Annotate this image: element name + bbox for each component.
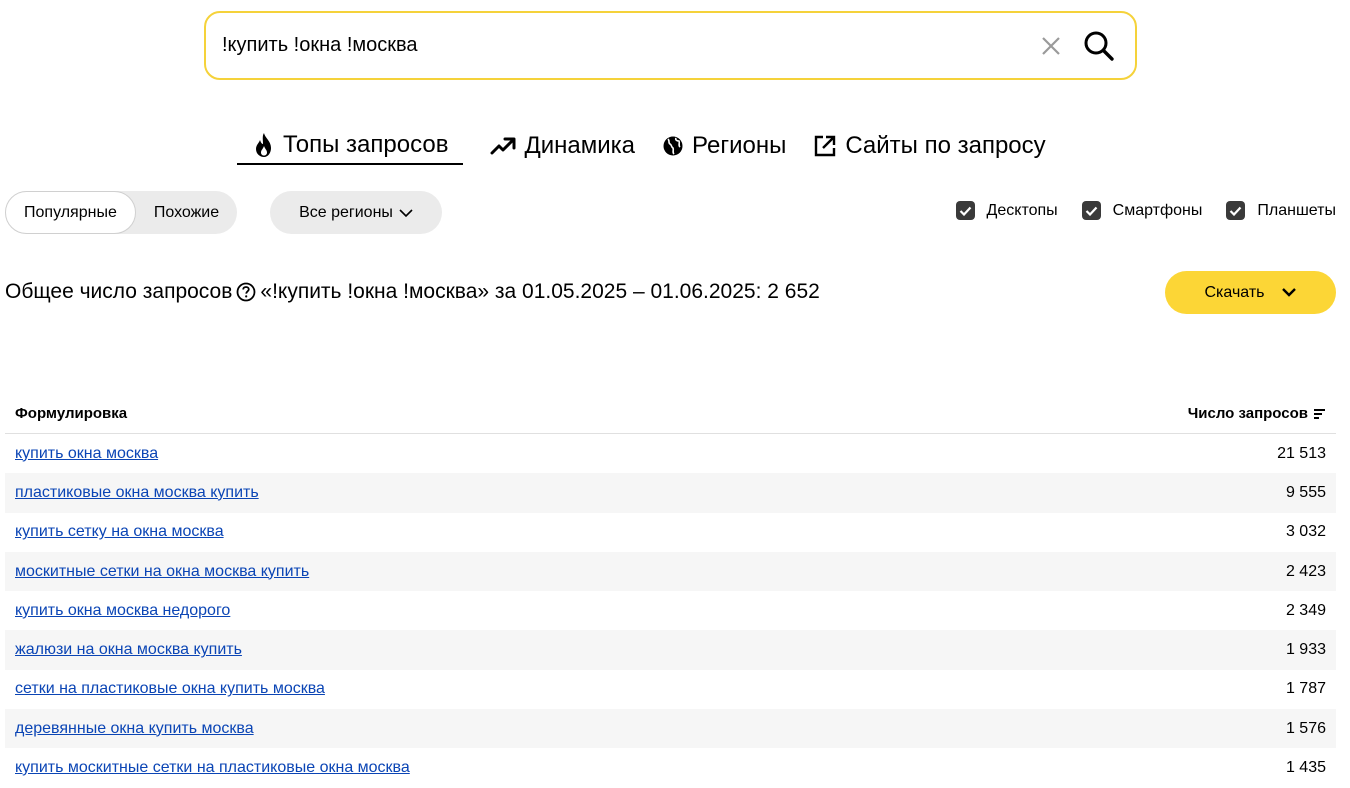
query-count: 1 435 xyxy=(1285,759,1326,777)
chevron-down-icon xyxy=(1281,287,1297,298)
search-icon[interactable] xyxy=(1079,26,1119,66)
mode-popular-button[interactable]: Популярные xyxy=(5,191,136,234)
search-box[interactable] xyxy=(204,11,1137,80)
query-link[interactable]: деревянные окна купить москва xyxy=(15,720,254,738)
device-smartphone-checkbox[interactable]: Смартфоны xyxy=(1081,201,1203,220)
fire-icon xyxy=(253,132,275,158)
total-queries-summary: Общее число запросов «!купить !окна !мос… xyxy=(5,280,820,304)
mode-switch: Популярные Похожие xyxy=(5,191,238,234)
query-link[interactable]: пластиковые окна москва купить xyxy=(15,484,259,502)
table-row: жалюзи на окна москва купить 1 933 xyxy=(5,630,1336,670)
tabs: Топы запросов Динамика Регионы Сайты по … xyxy=(237,126,1073,166)
query-link[interactable]: сетки на пластиковые окна купить москва xyxy=(15,680,325,698)
query-link[interactable]: купить окна москва xyxy=(15,445,158,463)
tab-label: Регионы xyxy=(692,132,787,159)
table-body: купить окна москва 21 513 пластиковые окн… xyxy=(5,434,1336,788)
globe-icon xyxy=(662,135,684,157)
queries-table: Формулировка Число запросов купить окна … xyxy=(5,394,1336,788)
query-count: 3 032 xyxy=(1285,523,1326,541)
query-link[interactable]: купить окна москва недорого xyxy=(15,602,230,620)
table-row: деревянные окна купить москва 1 576 xyxy=(5,709,1336,749)
query-count: 21 513 xyxy=(1277,444,1326,462)
column-header-count[interactable]: Число запросов xyxy=(1188,405,1326,422)
download-button[interactable]: Скачать xyxy=(1165,271,1336,314)
checkbox-checked-icon[interactable] xyxy=(955,201,975,220)
tab-label: Динамика xyxy=(524,132,636,159)
mode-similar-button[interactable]: Похожие xyxy=(136,191,237,234)
tab-label: Топы запросов xyxy=(283,131,449,158)
device-label: Планшеты xyxy=(1257,201,1336,219)
query-count: 1 787 xyxy=(1285,680,1326,698)
table-row: сетки на пластиковые окна купить москва 1… xyxy=(5,670,1336,709)
help-icon[interactable] xyxy=(236,282,256,302)
table-row: купить окна москва недорого 2 349 xyxy=(5,591,1336,630)
summary-text: «!купить !окна !москва» за 01.05.2025 – … xyxy=(260,280,820,303)
query-count: 2 423 xyxy=(1285,562,1326,580)
tab-label: Сайты по запросу xyxy=(845,132,1046,159)
device-tablet-checkbox[interactable]: Планшеты xyxy=(1226,201,1336,220)
table-header: Формулировка Число запросов xyxy=(5,394,1336,434)
tab-top-queries[interactable]: Топы запросов xyxy=(237,127,464,165)
table-row: купить москитные сетки на пластиковые ок… xyxy=(5,748,1336,787)
summary-prefix: Общее число запросов xyxy=(5,280,233,303)
tab-regions[interactable]: Регионы xyxy=(662,127,786,165)
device-desktop-checkbox[interactable]: Десктопы xyxy=(955,201,1058,220)
checkbox-checked-icon[interactable] xyxy=(1081,201,1101,220)
tab-sites[interactable]: Сайты по запросу xyxy=(813,127,1046,165)
table-row: купить сетку на окна москва 3 032 xyxy=(5,513,1336,552)
query-count: 9 555 xyxy=(1285,483,1326,501)
column-header-count-label: Число запросов xyxy=(1187,405,1308,422)
tab-dynamics[interactable]: Динамика xyxy=(490,127,635,165)
query-link[interactable]: москитные сетки на окна москва купить xyxy=(15,563,309,581)
device-label: Смартфоны xyxy=(1112,201,1203,219)
query-count: 1 576 xyxy=(1285,719,1326,737)
device-label: Десктопы xyxy=(986,201,1058,219)
region-label: Все регионы xyxy=(299,203,393,221)
query-count: 1 933 xyxy=(1285,641,1326,659)
sort-icon[interactable] xyxy=(1313,408,1326,420)
table-row: пластиковые окна москва купить 9 555 xyxy=(5,473,1336,513)
column-header-phrase: Формулировка xyxy=(15,405,128,422)
query-link[interactable]: купить сетку на окна москва xyxy=(15,523,224,541)
clear-icon[interactable] xyxy=(1031,26,1071,66)
search-input[interactable] xyxy=(222,34,1031,57)
query-count: 2 349 xyxy=(1285,601,1326,619)
trend-up-icon xyxy=(490,136,516,156)
device-filters: Десктопы Смартфоны Планшеты xyxy=(932,201,1336,220)
region-select[interactable]: Все регионы xyxy=(270,191,442,234)
query-link[interactable]: купить москитные сетки на пластиковые ок… xyxy=(15,759,410,777)
chevron-down-icon xyxy=(399,208,413,218)
download-label: Скачать xyxy=(1204,283,1265,301)
table-row: купить окна москва 21 513 xyxy=(5,434,1336,473)
checkbox-checked-icon[interactable] xyxy=(1226,201,1246,220)
table-row: москитные сетки на окна москва купить 2 4… xyxy=(5,551,1336,592)
external-link-icon xyxy=(813,134,837,158)
query-link[interactable]: жалюзи на окна москва купить xyxy=(15,641,242,659)
